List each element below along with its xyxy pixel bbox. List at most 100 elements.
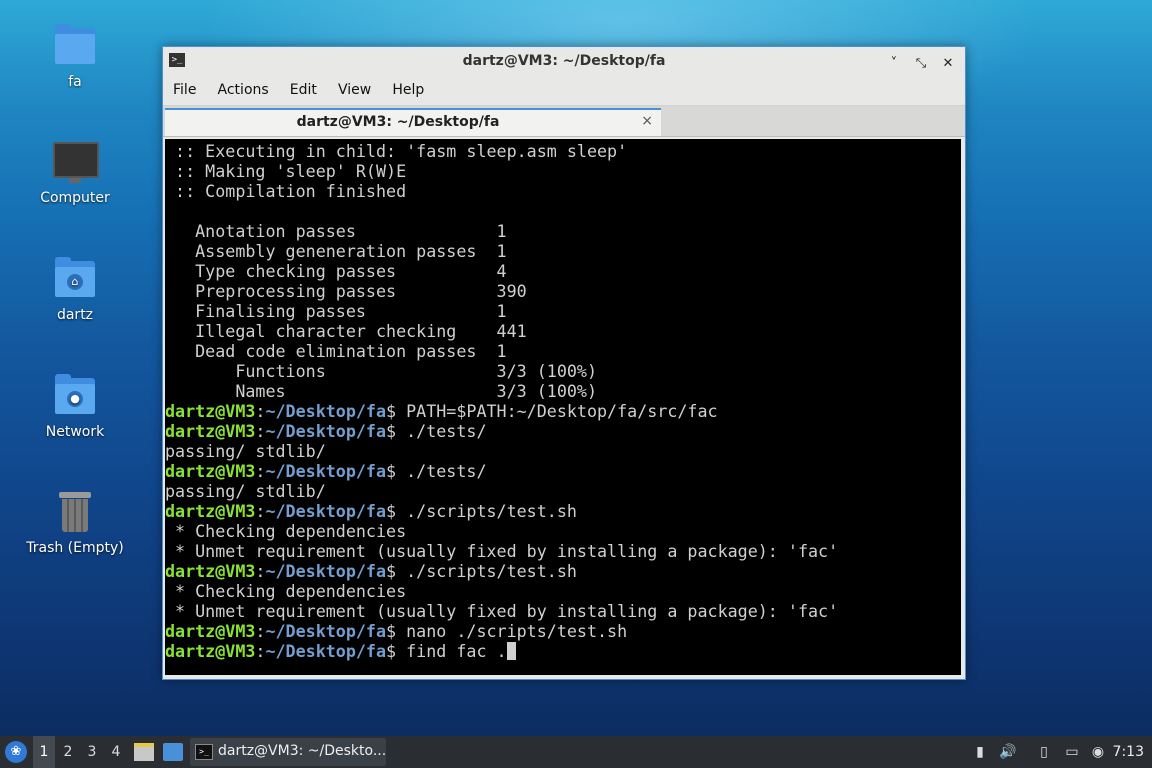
terminal-prompt-line: dartz@VM3:~/Desktop/fa$ nano ./scripts/t… bbox=[165, 621, 838, 641]
command-text: ./tests/ bbox=[406, 461, 487, 481]
terminal-output-line: :: Compilation finished bbox=[165, 181, 407, 201]
window-title: dartz@VM3: ~/Desktop/fa bbox=[462, 53, 666, 69]
command-text: nano ./scripts/test.sh bbox=[406, 621, 628, 641]
terminal-output-line: Finalising passes 1 bbox=[165, 301, 507, 321]
desktop-icon-fa[interactable]: fa bbox=[20, 24, 130, 90]
prompt-path: ~/Desktop/fa bbox=[265, 561, 387, 581]
terminal-prompt-line: dartz@VM3:~/Desktop/fa$ find fac . bbox=[165, 641, 838, 661]
home-folder-icon: ⌂ bbox=[53, 257, 97, 301]
terminal-lines: :: Executing in child: 'fasm sleep.asm s… bbox=[165, 141, 838, 661]
tab-close-icon[interactable]: × bbox=[641, 113, 653, 129]
terminal-output-line: * Unmet requirement (usually fixed by in… bbox=[165, 601, 839, 621]
terminal-output-line: Names 3/3 (100%) bbox=[165, 381, 598, 401]
workspace-2[interactable]: 2 bbox=[57, 736, 79, 768]
menu-help[interactable]: Help bbox=[384, 75, 432, 105]
prompt-separator: : bbox=[255, 501, 266, 521]
prompt-user: dartz@VM3 bbox=[165, 641, 256, 661]
terminal-output-line: passing/ stdlib/ bbox=[165, 441, 326, 461]
workspace-1[interactable]: 1 bbox=[33, 736, 55, 768]
prompt-dollar: $ bbox=[386, 461, 407, 481]
prompt-separator: : bbox=[255, 421, 266, 441]
window-titlebar[interactable]: >_ dartz@VM3: ~/Desktop/fa ˅ ⤡ ✕ bbox=[163, 47, 965, 75]
tab-label: dartz@VM3: ~/Desktop/fa bbox=[296, 114, 500, 130]
prompt-dollar: $ bbox=[386, 421, 407, 441]
prompt-user: dartz@VM3 bbox=[165, 421, 256, 441]
terminal-output-line: Type checking passes 4 bbox=[165, 261, 507, 281]
prompt-user: dartz@VM3 bbox=[165, 561, 256, 581]
menu-actions[interactable]: Actions bbox=[210, 75, 277, 105]
computer-icon bbox=[53, 140, 99, 184]
terminal-window: >_ dartz@VM3: ~/Desktop/fa ˅ ⤡ ✕ File Ac… bbox=[162, 46, 966, 680]
notes-icon[interactable]: ▯ bbox=[1034, 742, 1054, 762]
prompt-path: ~/Desktop/fa bbox=[265, 461, 387, 481]
terminal-prompt-line: dartz@VM3:~/Desktop/fa$ PATH=$PATH:~/Des… bbox=[165, 401, 838, 421]
terminal-output-line: Anotation passes 1 bbox=[165, 221, 507, 241]
terminal-output-line: * Unmet requirement (usually fixed by in… bbox=[165, 541, 839, 561]
prompt-user: dartz@VM3 bbox=[165, 401, 256, 421]
menu-edit[interactable]: Edit bbox=[282, 75, 325, 105]
command-text: PATH=$PATH:~/Desktop/fa/src/fac bbox=[406, 401, 718, 421]
terminal-prompt-line: dartz@VM3:~/Desktop/fa$ ./scripts/test.s… bbox=[165, 561, 838, 581]
command-text: find fac . bbox=[406, 641, 507, 661]
terminal-output-line: * Checking dependencies bbox=[165, 581, 407, 601]
workspace-4[interactable]: 4 bbox=[105, 736, 127, 768]
folder-icon bbox=[53, 24, 97, 68]
terminal-output-line: :: Executing in child: 'fasm sleep.asm s… bbox=[165, 141, 628, 161]
taskbar-item-terminal[interactable]: >_ dartz@VM3: ~/Deskto... bbox=[190, 738, 386, 766]
network-icon[interactable]: ▭ bbox=[1062, 742, 1082, 762]
trash-icon bbox=[53, 490, 97, 534]
taskbar-item-label: dartz@VM3: ~/Deskto... bbox=[218, 743, 387, 759]
desktop-icon-label: Trash (Empty) bbox=[26, 540, 124, 556]
desktop-icon-label: fa bbox=[68, 74, 82, 90]
desktop-icon-label: Network bbox=[45, 424, 105, 440]
terminal-output-line: Assembly geneneration passes 1 bbox=[165, 241, 507, 261]
show-desktop-icon[interactable] bbox=[163, 743, 183, 761]
terminal-output-line: :: Making 'sleep' R(W)E bbox=[165, 161, 407, 181]
prompt-path: ~/Desktop/fa bbox=[265, 401, 387, 421]
prompt-dollar: $ bbox=[386, 401, 407, 421]
minimize-button[interactable]: ˅ bbox=[885, 55, 903, 73]
terminal-output-line: Dead code elimination passes 1 bbox=[165, 341, 507, 361]
prompt-user: dartz@VM3 bbox=[165, 501, 256, 521]
desktop-icon-trash[interactable]: Trash (Empty) bbox=[20, 490, 130, 556]
notification-icon[interactable]: ◉ bbox=[1088, 742, 1108, 762]
terminal-output-line: passing/ stdlib/ bbox=[165, 481, 326, 501]
prompt-path: ~/Desktop/fa bbox=[265, 641, 387, 661]
network-folder-icon: ● bbox=[53, 374, 97, 418]
menu-file[interactable]: File bbox=[165, 75, 204, 105]
terminal-output-line: Preprocessing passes 390 bbox=[165, 281, 527, 301]
prompt-user: dartz@VM3 bbox=[165, 621, 256, 641]
terminal-tab[interactable]: dartz@VM3: ~/Desktop/fa × bbox=[165, 108, 661, 136]
terminal-output-line: Functions 3/3 (100%) bbox=[165, 361, 598, 381]
prompt-path: ~/Desktop/fa bbox=[265, 621, 387, 641]
desktop-icon-dartz[interactable]: ⌂ dartz bbox=[20, 257, 130, 323]
workspace-3[interactable]: 3 bbox=[81, 736, 103, 768]
desktop-icon-label: Computer bbox=[40, 190, 110, 206]
terminal-output-line: * Checking dependencies bbox=[165, 521, 407, 541]
prompt-dollar: $ bbox=[386, 641, 407, 661]
terminal-prompt-line: dartz@VM3:~/Desktop/fa$ ./scripts/test.s… bbox=[165, 501, 838, 521]
menu-view[interactable]: View bbox=[330, 75, 379, 105]
desktop-icon-network[interactable]: ● Network bbox=[20, 374, 130, 440]
prompt-path: ~/Desktop/fa bbox=[265, 501, 387, 521]
file-manager-launcher-icon[interactable] bbox=[134, 743, 154, 761]
terminal-prompt-line: dartz@VM3:~/Desktop/fa$ ./tests/ bbox=[165, 421, 838, 441]
desktop-icon-label: dartz bbox=[56, 307, 94, 323]
text-cursor bbox=[506, 642, 516, 660]
tab-bar: dartz@VM3: ~/Desktop/fa × bbox=[163, 106, 965, 137]
taskbar: ❀ 1 2 3 4 >_ dartz@VM3: ~/Deskto... ▮ 🔊 … bbox=[0, 736, 1152, 768]
prompt-separator: : bbox=[255, 641, 266, 661]
volume-icon[interactable]: 🔊 bbox=[998, 742, 1018, 762]
maximize-button[interactable]: ⤡ bbox=[912, 55, 930, 73]
prompt-dollar: $ bbox=[386, 561, 407, 581]
prompt-dollar: $ bbox=[386, 501, 407, 521]
terminal-output[interactable]: :: Executing in child: 'fasm sleep.asm s… bbox=[165, 139, 961, 675]
close-button[interactable]: ✕ bbox=[939, 55, 957, 73]
command-text: ./tests/ bbox=[406, 421, 487, 441]
start-menu-icon[interactable]: ❀ bbox=[5, 741, 27, 763]
desktop-icon-computer[interactable]: Computer bbox=[20, 140, 130, 206]
clipboard-icon[interactable]: ▮ bbox=[970, 742, 990, 762]
prompt-dollar: $ bbox=[386, 621, 407, 641]
terminal-icon: >_ bbox=[195, 744, 213, 760]
clock: 7:13 bbox=[1112, 744, 1144, 760]
